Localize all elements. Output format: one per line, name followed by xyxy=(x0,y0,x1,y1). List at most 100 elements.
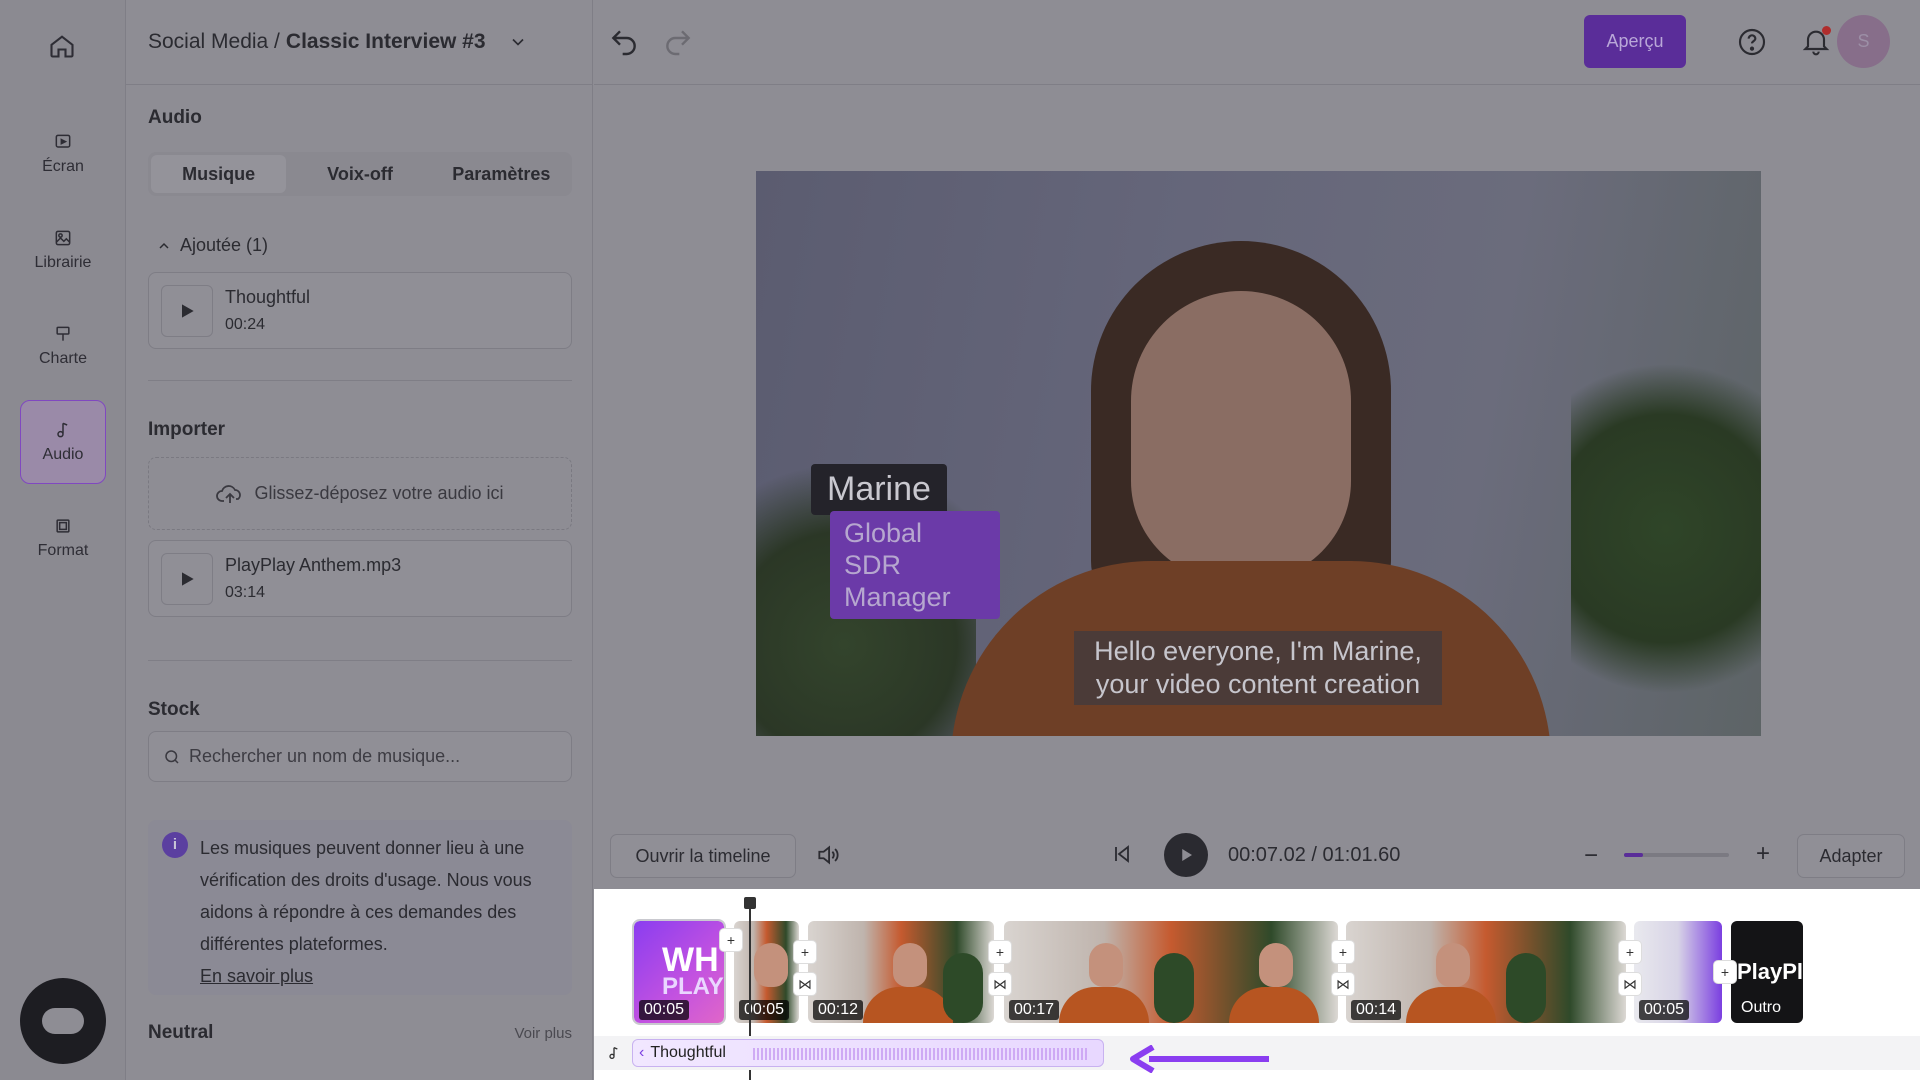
rights-info-box: i Les musiques peuvent donner lieu à une… xyxy=(148,820,572,995)
rail-item-format[interactable]: Format xyxy=(20,496,106,580)
see-more-link[interactable]: Voir plus xyxy=(514,1025,572,1042)
zoom-slider[interactable] xyxy=(1624,853,1729,857)
help-icon[interactable] xyxy=(1736,26,1768,58)
timeline-clip[interactable]: 00:17 xyxy=(1004,921,1338,1023)
rail-item-librairie[interactable]: Librairie xyxy=(20,208,106,292)
imported-track-card[interactable]: PlayPlay Anthem.mp3 03:14 xyxy=(148,540,572,617)
timeline[interactable]: WH PLAY 00:05 00:05 00:12 00:17 00:14 00… xyxy=(594,889,1920,1080)
thumb-body xyxy=(863,987,953,1023)
tab-parametres[interactable]: Paramètres xyxy=(434,155,569,193)
project-breadcrumb[interactable]: Social Media / Classic Interview #3 xyxy=(126,0,592,85)
audio-tabs: Musique Voix-off Paramètres xyxy=(148,152,572,196)
transition-icon[interactable]: ⋈ xyxy=(1619,973,1641,995)
timeline-clip[interactable]: 00:12 xyxy=(808,921,994,1023)
clip-duration: 00:12 xyxy=(813,1000,864,1020)
add-clip-icon[interactable]: + xyxy=(989,941,1011,963)
added-section-toggle[interactable]: Ajoutée (1) xyxy=(156,235,268,256)
timeline-clip-outro[interactable]: PlayPl Outro xyxy=(1731,921,1803,1023)
brush-icon xyxy=(56,326,70,341)
play-icon xyxy=(1182,849,1192,861)
timeline-clip-intro[interactable]: WH PLAY 00:05 xyxy=(632,919,726,1025)
volume-icon[interactable] xyxy=(814,842,842,868)
added-track-card[interactable]: Thoughtful 00:24 xyxy=(148,272,572,349)
chevron-down-icon[interactable] xyxy=(508,32,528,52)
zoom-slider-fill xyxy=(1624,853,1643,857)
rail-item-ecran[interactable]: Écran xyxy=(20,112,106,196)
music-note-icon xyxy=(57,422,68,438)
transition-icon[interactable]: ⋈ xyxy=(1332,973,1354,995)
rail-label-charte: Charte xyxy=(38,350,88,367)
play-button[interactable] xyxy=(161,284,213,337)
track-duration: 00:24 xyxy=(225,316,266,333)
avatar[interactable]: S xyxy=(1837,15,1890,68)
music-note-icon xyxy=(609,1047,618,1059)
info-text: Les musiques peuvent donner lieu à une v… xyxy=(200,838,532,954)
thumb-face xyxy=(893,943,927,987)
audio-panel: Social Media / Classic Interview #3 Audi… xyxy=(126,0,593,1080)
learn-more-link[interactable]: En savoir plus xyxy=(200,966,313,986)
clip-duration: 00:05 xyxy=(1639,1000,1690,1020)
stock-title: Stock xyxy=(148,699,200,720)
lower-third-name[interactable]: Marine xyxy=(811,464,947,515)
panel-title: Audio xyxy=(148,107,202,128)
add-clip-icon[interactable]: + xyxy=(794,941,816,963)
timeline-clip[interactable]: 00:14 xyxy=(1346,921,1626,1023)
add-clip-icon[interactable]: + xyxy=(720,929,742,951)
timeline-clip[interactable]: 00:05 xyxy=(734,921,799,1023)
audio-dropzone[interactable]: Glissez-déposez votre audio ici xyxy=(148,457,572,530)
play-pause-button[interactable] xyxy=(1164,833,1208,877)
rail-label-format: Format xyxy=(37,542,89,559)
plant-right xyxy=(1571,321,1761,736)
import-title: Importer xyxy=(148,419,226,440)
tab-voix-off[interactable]: Voix-off xyxy=(292,155,427,193)
audio-clip[interactable]: ‹ Thoughtful xyxy=(632,1039,1104,1067)
zoom-in-button[interactable]: + xyxy=(1756,840,1770,868)
format-icon xyxy=(56,519,70,533)
rail-label-audio: Audio xyxy=(42,446,84,463)
redo-icon[interactable] xyxy=(662,26,694,58)
clip-duration: 00:05 xyxy=(739,1000,790,1020)
dropzone-text: Glissez-déposez votre audio ici xyxy=(254,483,504,503)
timeline-clip[interactable]: 00:05 xyxy=(1634,921,1722,1023)
chat-button[interactable] xyxy=(20,978,106,1064)
transition-icon[interactable]: ⋈ xyxy=(989,973,1011,995)
thumb-face xyxy=(1259,943,1293,987)
add-clip-icon[interactable]: + xyxy=(1714,961,1736,983)
video-preview[interactable]: Marine Global SDR Manager Hello everyone… xyxy=(756,171,1761,736)
rail-item-audio[interactable]: Audio xyxy=(20,400,106,484)
play-button[interactable] xyxy=(161,552,213,605)
search-icon xyxy=(165,749,179,764)
screen-icon xyxy=(55,134,71,148)
audio-waveform xyxy=(753,1048,1089,1060)
home-icon[interactable] xyxy=(44,28,80,64)
fit-button[interactable]: Adapter xyxy=(1797,834,1905,878)
subtitle-caption[interactable]: Hello everyone, I'm Marine, your video c… xyxy=(1074,631,1442,705)
search-input[interactable] xyxy=(189,746,549,767)
person-face xyxy=(1131,291,1351,581)
rail-item-charte[interactable]: Charte xyxy=(20,304,106,388)
track-name: PlayPlay Anthem.mp3 xyxy=(225,555,402,575)
clip-duration: 00:05 xyxy=(639,1000,690,1020)
lower-third-role[interactable]: Global SDR Manager xyxy=(830,511,1000,619)
track-duration: 03:14 xyxy=(225,584,266,601)
thumb-face xyxy=(1089,943,1123,987)
preview-button[interactable]: Aperçu xyxy=(1584,15,1686,68)
added-label: Ajoutée (1) xyxy=(180,235,269,255)
chevron-up-icon xyxy=(159,242,169,249)
transition-icon[interactable]: ⋈ xyxy=(794,973,816,995)
editor-main: Aperçu S Marine Global SDR Manager Hello… xyxy=(594,0,1920,1080)
add-clip-icon[interactable]: + xyxy=(1332,941,1354,963)
open-timeline-button[interactable]: Ouvrir la timeline xyxy=(610,834,796,878)
music-search[interactable] xyxy=(148,731,572,782)
skip-back-icon[interactable] xyxy=(1110,842,1134,866)
arrow-left-icon xyxy=(1130,1045,1269,1073)
chat-icon xyxy=(42,1008,84,1034)
notifications-button[interactable] xyxy=(1800,24,1832,63)
intro-subtext: PLAY xyxy=(662,973,724,1000)
zoom-out-button[interactable]: − xyxy=(1584,842,1598,870)
add-clip-icon[interactable]: + xyxy=(1619,941,1641,963)
track-name: Thoughtful xyxy=(225,287,311,307)
tab-musique[interactable]: Musique xyxy=(151,155,287,193)
undo-icon[interactable] xyxy=(608,26,640,58)
divider xyxy=(148,660,572,661)
